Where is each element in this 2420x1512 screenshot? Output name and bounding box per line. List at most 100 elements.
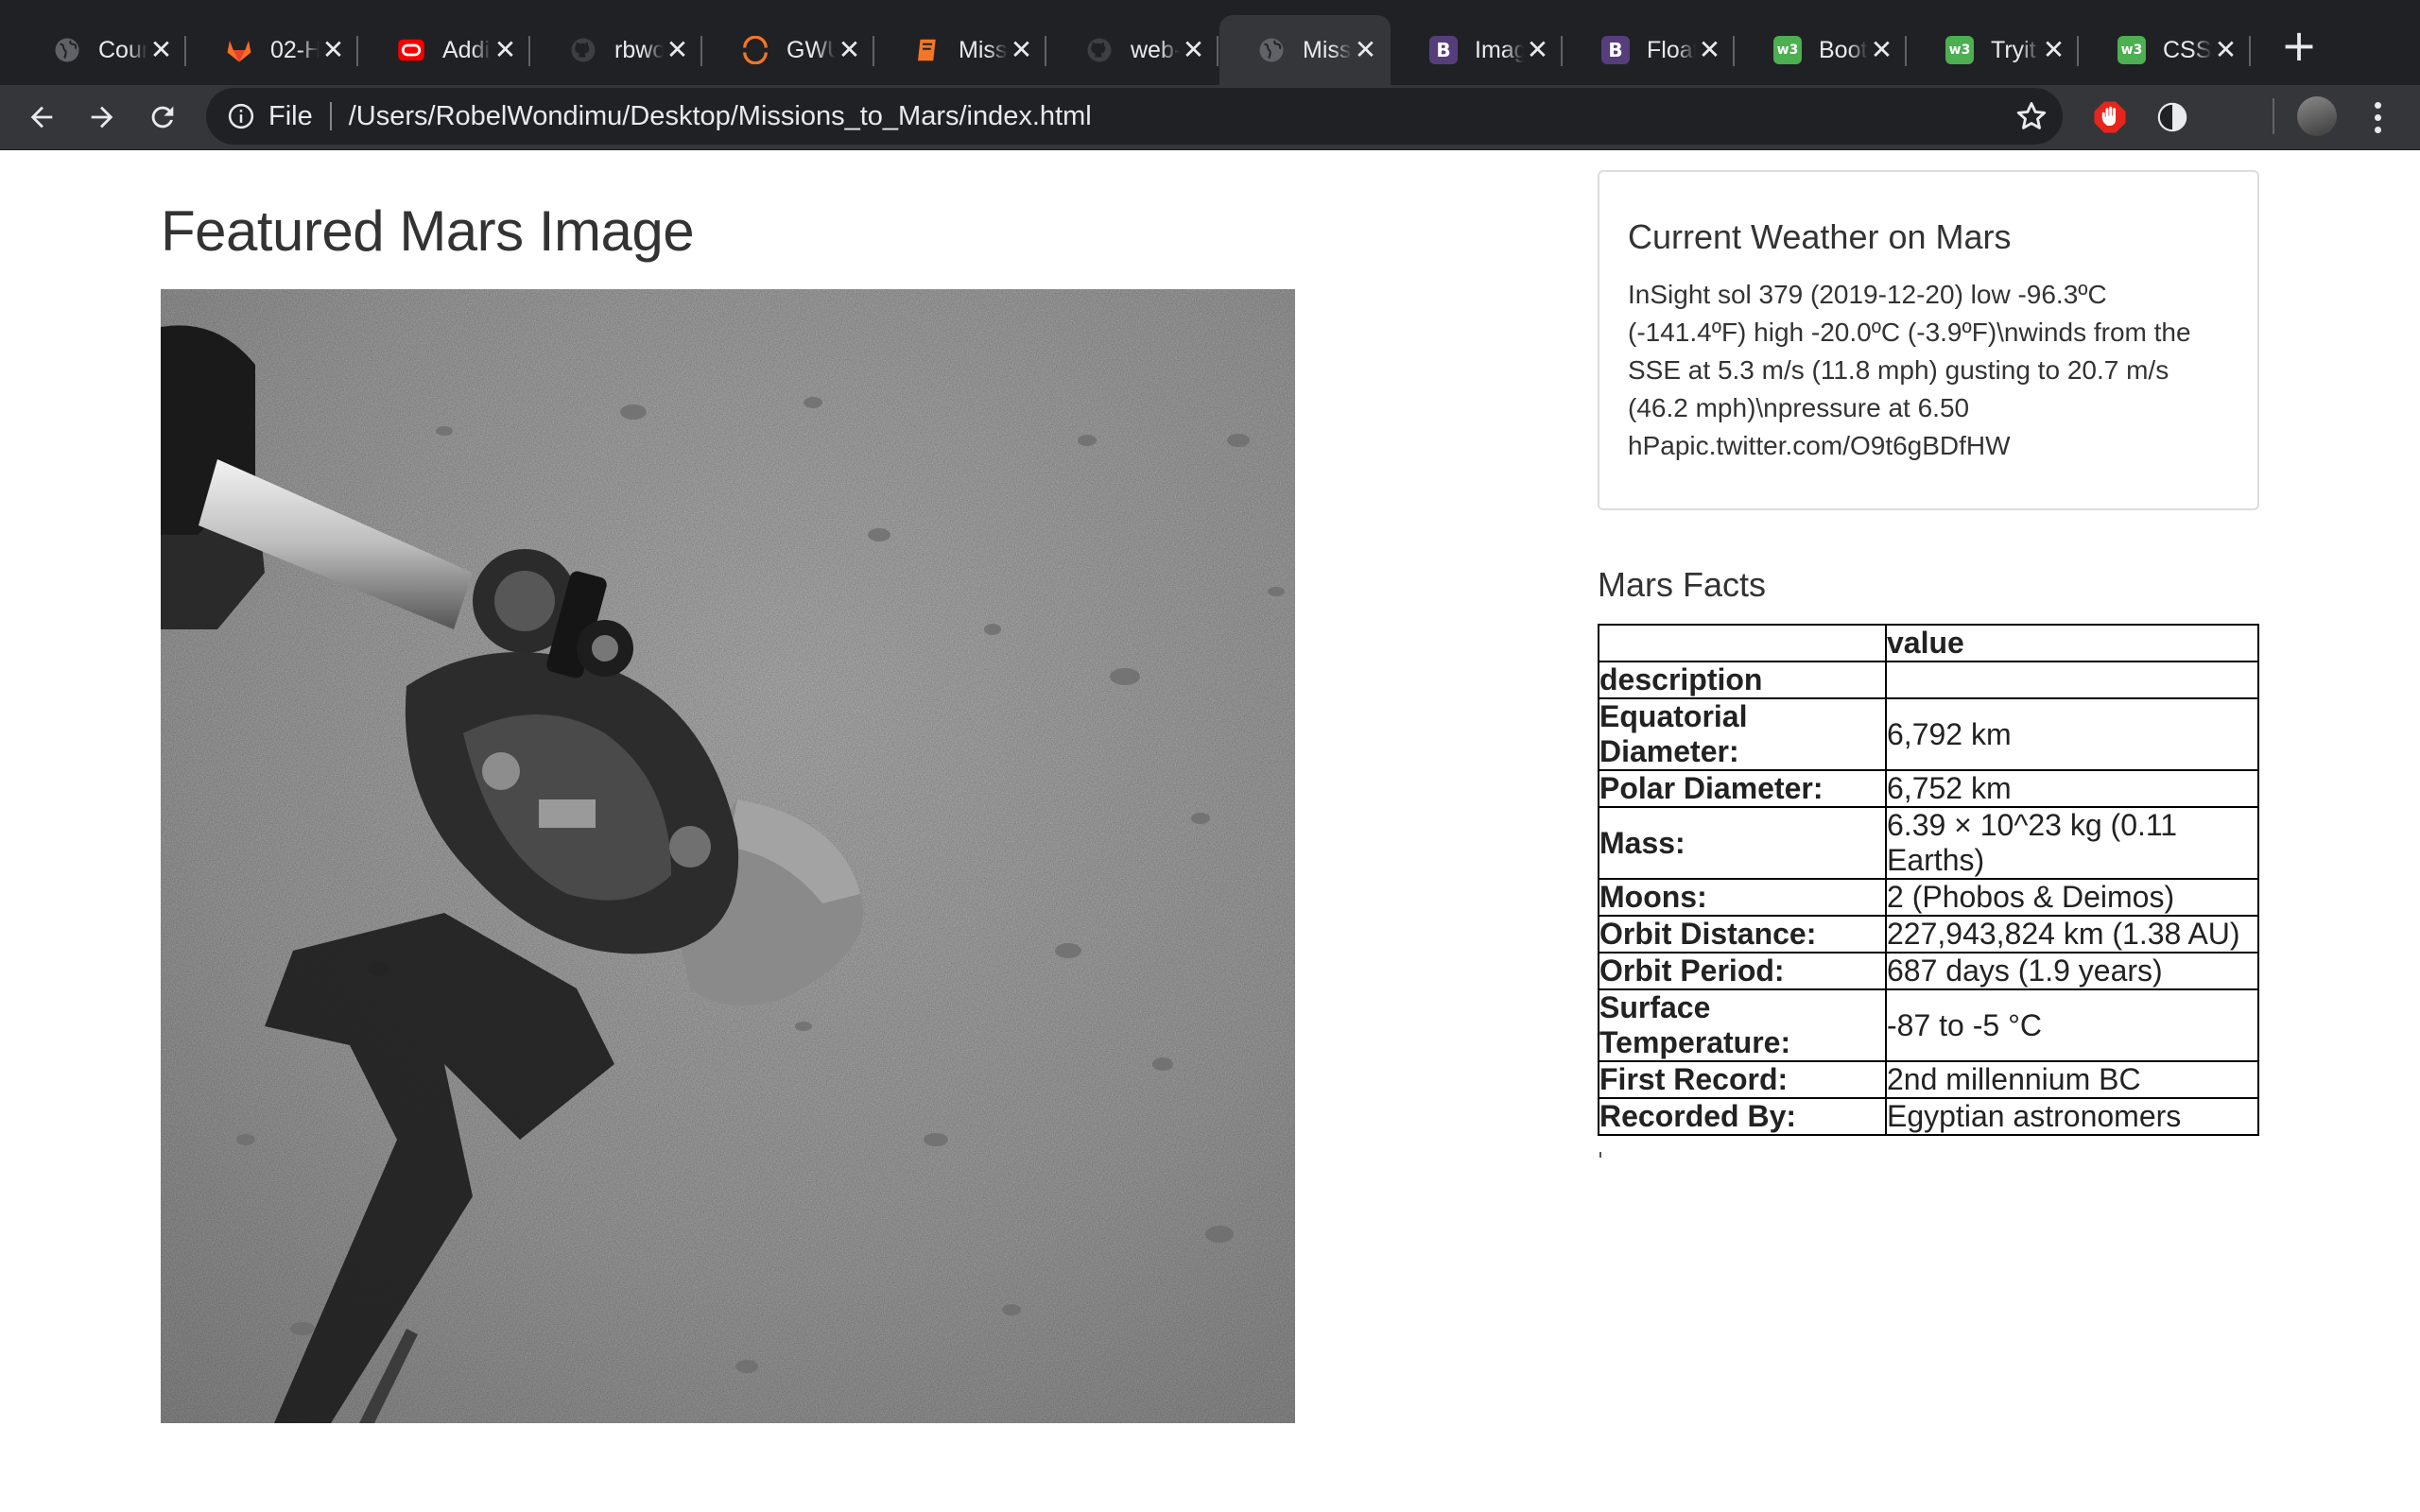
featured-mars-image [161,289,1295,1423]
reload-icon [151,106,174,129]
weather-title: Current Weather on Mars [1628,217,2012,256]
fact-label-cell: Mass: [1598,806,1887,880]
bookmark-star-icon[interactable] [2014,98,2049,134]
table-row: Equatorial Diameter: 6,792 km [1598,697,2259,771]
table-index-label: description [1598,661,1887,699]
browser-tab[interactable]: rbwo ✕ [531,15,702,85]
fact-label-cell: Moons: [1598,878,1887,917]
close-icon[interactable]: ✕ [2040,36,2067,64]
browser-tab[interactable]: Miss ✕ [875,15,1046,85]
browser-tab[interactable]: w3 Tryit ✕ [1908,15,2079,85]
fact-label-cell: Surface Temperature: [1598,988,1887,1062]
forward-button[interactable] [79,94,125,140]
browser-tab[interactable]: Miss ✕ [1219,15,1391,85]
close-icon[interactable]: ✕ [1696,36,1723,64]
browser-tab[interactable]: web- ✕ [1047,15,1219,85]
tab-divider [700,36,702,66]
tab-title: GWU [786,36,836,63]
tab-title: rbwo [614,36,665,63]
close-icon[interactable]: ✕ [320,36,347,64]
fact-label-cell: Orbit Period: [1598,952,1887,990]
circle-arc-icon [741,36,769,64]
tab-title: Boot [1819,36,1868,63]
fact-value-cell: -87 to -5 °C [1885,988,2259,1062]
close-icon[interactable]: ✕ [1352,36,1379,64]
tab-title: Float [1647,36,1697,63]
fact-value-cell: 6,752 km [1885,769,2259,808]
table-row: Orbit Period: 687 days (1.9 years) [1598,952,2259,990]
fact-value-cell: 227,943,824 km (1.38 AU) [1885,915,2259,954]
new-tab-button[interactable]: + [2276,20,2322,71]
globe-icon [1257,36,1286,64]
omnibox-divider [329,102,332,130]
fact-label-cell: Recorded By: [1598,1097,1887,1136]
url-text[interactable]: /Users/RobelWondimu/Desktop/Missions_to_… [349,101,1092,132]
toolbar-divider [2273,98,2274,134]
browser-tab[interactable]: GWU✕ [703,15,874,85]
tab-divider [1733,36,1735,66]
bootstrap-icon: B [1601,36,1630,64]
browser-tab[interactable]: w3 Boot ✕ [1736,15,1907,85]
fact-value-cell: 6.39 × 10^23 kg (0.11 Earths) [1885,806,2259,880]
close-icon[interactable]: ✕ [147,36,175,64]
notebook-icon [913,36,942,64]
table-header-cell [1598,624,1887,662]
table-row: First Record: 2nd millennium BC [1598,1060,2259,1099]
browser-tab[interactable]: 02-H ✕ [187,15,358,85]
github-icon [1085,36,1114,64]
table-row: Recorded By: Egyptian astronomers [1598,1097,2259,1136]
back-button[interactable] [19,94,64,140]
close-icon[interactable]: ✕ [1180,36,1207,64]
tab-divider [1905,36,1907,66]
tab-divider [1045,36,1046,66]
tab-divider [528,36,530,66]
table-body: Equatorial Diameter: 6,792 km Polar Diamet… [1598,697,2259,1136]
profile-avatar[interactable] [2297,96,2337,136]
browser-toolbar: File /Users/RobelWondimu/Desktop/Mission… [0,85,2420,150]
fact-label-cell: Orbit Distance: [1598,915,1887,954]
fact-label-cell: First Record: [1598,1060,1887,1099]
tab-title: Miss [1303,36,1352,63]
browser-tab[interactable]: w3 CSS ✕ [2080,15,2251,85]
table-header-cell: value [1885,624,2259,662]
close-icon[interactable]: ✕ [492,36,519,64]
close-icon[interactable]: ✕ [836,36,863,64]
close-icon[interactable]: ✕ [1008,36,1035,64]
table-row: Surface Temperature: -87 to -5 °C [1598,988,2259,1062]
tab-divider [2077,36,2079,66]
tab-divider [1561,36,1563,66]
tab-divider [1217,36,1219,66]
info-icon[interactable] [227,102,255,130]
featured-image-title: Featured Mars Image [161,199,695,263]
tab-title: Miss [959,36,1008,63]
browser-tab[interactable]: Cour ✕ [15,15,186,85]
oracle-icon [397,36,425,64]
arrow-right-icon [91,106,113,129]
table-row: Mass: 6.39 × 10^23 kg (0.11 Earths) [1598,806,2259,880]
close-icon[interactable]: ✕ [664,36,691,64]
tab-divider [184,36,186,66]
browser-tab[interactable]: B Float ✕ [1564,15,1735,85]
close-icon[interactable]: ✕ [1868,36,1895,64]
reload-button[interactable] [140,94,185,140]
tab-title: 02-H [270,36,320,63]
fact-value-cell: 6,792 km [1885,697,2259,771]
fact-value-cell: 687 days (1.9 years) [1885,952,2259,990]
weather-card: Current Weather on Mars InSight sol 379 … [1598,170,2259,510]
table-row: Moons: 2 (Phobos & Deimos) [1598,878,2259,917]
table-row: Polar Diameter: 6,752 km [1598,769,2259,808]
browser-tab[interactable]: B Imag ✕ [1392,15,1563,85]
address-bar[interactable]: File /Users/RobelWondimu/Desktop/Mission… [206,88,2063,145]
adblock-extension-icon[interactable] [2091,98,2129,136]
tab-divider [356,36,358,66]
close-icon[interactable]: ✕ [1524,36,1551,64]
browser-menu-button[interactable] [2363,96,2392,138]
browser-tab[interactable]: Addi ✕ [359,15,530,85]
dark-mode-extension-icon[interactable] [2153,98,2191,136]
globe-icon [53,36,81,64]
close-icon[interactable]: ✕ [2212,36,2239,64]
weather-report-text: InSight sol 379 (2019-12-20) low -96.3ºC… [1628,280,2191,460]
mars-rover-arm-photo [161,289,1295,1423]
w3schools-icon: w3 [1773,36,1802,64]
tab-title: Imag [1475,36,1525,63]
